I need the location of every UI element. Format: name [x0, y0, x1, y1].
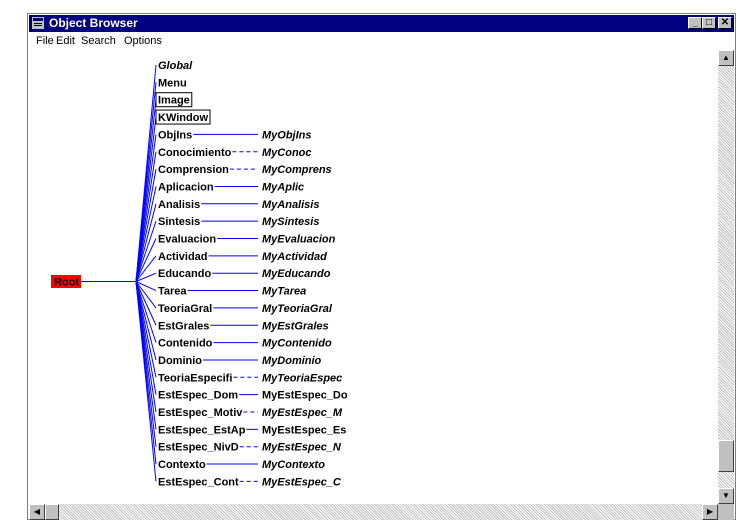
tree-node-label[interactable]: Contexto	[158, 459, 206, 471]
tree-node-label[interactable]: EstEspec_Dom	[158, 390, 238, 402]
child-node-label[interactable]: MyEstEspec_M	[262, 407, 343, 419]
tree-node-label[interactable]: Global	[158, 60, 193, 72]
minimize-button[interactable]: _	[688, 17, 702, 29]
child-node-label[interactable]: MyConoc	[262, 147, 312, 159]
scroll-down-button[interactable]: ▼	[718, 488, 734, 504]
child-node-label[interactable]: MyObjIns	[262, 129, 312, 141]
tree-node-label[interactable]: Sintesis	[158, 216, 200, 228]
restore-icon: □	[705, 17, 713, 28]
child-node-label[interactable]: MyEvaluacion	[262, 234, 336, 246]
tree-node-label[interactable]: EstEspec_EstAp	[158, 424, 246, 436]
child-node-label[interactable]: MyEstEspec_N	[262, 442, 342, 454]
child-node-label[interactable]: MyAnalisis	[262, 199, 319, 211]
menu-edit[interactable]: Edit	[56, 35, 75, 47]
class-tree: Root Global Menu Image KWindow ObjIns MyObjIns…	[51, 60, 348, 488]
tree-node-label[interactable]: Dominio	[158, 355, 202, 367]
tree-node-label[interactable]: TeoriaEspecifi	[158, 372, 232, 384]
scroll-right-button[interactable]: ▶	[702, 504, 718, 520]
vertical-scroll-thumb[interactable]	[718, 440, 734, 472]
maximize-button[interactable]: □	[702, 17, 716, 29]
child-node-label[interactable]: MyTeoriaGral	[262, 303, 333, 315]
child-node-label[interactable]: MyEducando	[262, 268, 331, 280]
tree-node-label[interactable]: TeoriaGral	[158, 303, 212, 315]
scroll-left-button[interactable]: ◀	[29, 504, 45, 520]
arrow-left-icon: ◀	[33, 507, 41, 516]
tree-node-label[interactable]: Comprension	[158, 164, 229, 176]
tree-canvas[interactable]: Root Global Menu Image KWindow ObjIns MyObjIns…	[29, 50, 718, 505]
menu-search[interactable]: Search	[81, 35, 116, 47]
child-node-label[interactable]: MyTeoriaEspec	[262, 372, 342, 384]
child-node-label[interactable]: MyEstEspec_Do	[262, 390, 348, 402]
tree-node-label[interactable]: Conocimiento	[158, 147, 232, 159]
tree-node-label[interactable]: EstEspec_Cont	[158, 476, 239, 488]
tree-node-label[interactable]: Educando	[158, 268, 211, 280]
child-node-label[interactable]: MyAplic	[262, 181, 304, 193]
child-node-label[interactable]: MyContenido	[262, 338, 332, 350]
horizontal-scroll-thumb[interactable]	[45, 504, 59, 520]
tree-node-label[interactable]: ObjIns	[158, 129, 192, 141]
tree-node-label[interactable]: EstEspec_Motiv	[158, 407, 243, 419]
tree-node-label[interactable]: EstGrales	[158, 320, 209, 332]
scroll-up-button[interactable]: ▲	[718, 50, 734, 66]
tree-node-label[interactable]: KWindow	[158, 112, 208, 124]
tree-node-label[interactable]: Image	[158, 95, 190, 107]
child-node-label[interactable]: MyEstEspec_C	[262, 476, 342, 488]
tree-node-label[interactable]: Menu	[158, 77, 187, 89]
window-title: Object Browser	[49, 16, 138, 30]
menu-file[interactable]: File	[36, 35, 54, 47]
horizontal-scrollbar[interactable]: ◀ ▶	[29, 504, 718, 520]
close-button[interactable]: ✕	[718, 17, 732, 29]
menu-bar: File Edit Search Options	[29, 33, 734, 49]
root-node-label: Root	[54, 277, 79, 289]
menu-options[interactable]: Options	[124, 35, 162, 47]
tree-node-label[interactable]: Actividad	[158, 251, 208, 263]
child-node-label[interactable]: MyEstGrales	[262, 320, 329, 332]
app-icon	[32, 17, 44, 29]
arrow-up-icon: ▲	[722, 53, 730, 62]
tree-node-label[interactable]: Tarea	[158, 286, 187, 298]
object-browser-window: Object Browser _ □ ✕ File Edit Search Op…	[27, 13, 736, 520]
tree-node-label[interactable]: Evaluacion	[158, 234, 216, 246]
child-node-label[interactable]: MySintesis	[262, 216, 319, 228]
arrow-right-icon: ▶	[706, 507, 714, 516]
child-node-label[interactable]: MyContexto	[262, 459, 325, 471]
child-node-label[interactable]: MyEstEspec_Es	[262, 424, 346, 436]
arrow-down-icon: ▼	[722, 491, 730, 500]
scrollbar-corner	[718, 504, 734, 520]
vertical-scrollbar[interactable]: ▲ ▼	[718, 50, 734, 504]
child-node-label[interactable]: MyActividad	[262, 251, 327, 263]
tree-node-label[interactable]: Aplicacion	[158, 181, 214, 193]
tree-node-label[interactable]: Contenido	[158, 338, 213, 350]
title-bar[interactable]: Object Browser _ □ ✕	[29, 15, 734, 32]
close-icon: ✕	[720, 17, 730, 28]
tree-node-label[interactable]: EstEspec_NivD	[158, 442, 239, 454]
tree-node-label[interactable]: Analisis	[158, 199, 200, 211]
child-node-label[interactable]: MyDominio	[262, 355, 322, 367]
child-node-label[interactable]: MyComprens	[262, 164, 332, 176]
minimize-icon: _	[692, 17, 698, 28]
child-node-label[interactable]: MyTarea	[262, 286, 306, 298]
